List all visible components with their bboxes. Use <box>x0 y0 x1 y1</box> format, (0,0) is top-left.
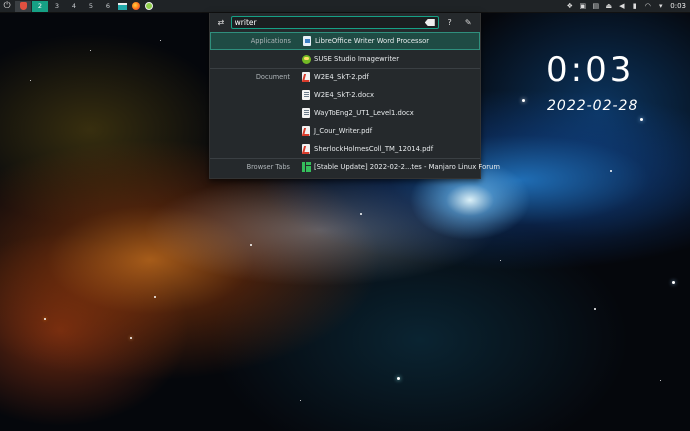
pager-desktop-label: 5 <box>88 2 94 10</box>
result-row[interactable]: J_Cour_Writer.pdf <box>210 122 480 140</box>
star <box>160 40 161 41</box>
pdf-file-icon <box>301 126 311 137</box>
configure-icon[interactable]: ⇄ <box>214 18 228 27</box>
star <box>594 308 596 310</box>
result-row[interactable]: WayToEng2_UT1_Level1.docx <box>210 104 480 122</box>
desktop-clock-time: 0:03 <box>546 50 635 90</box>
result-row[interactable]: SUSE Studio Imagewriter <box>210 50 480 68</box>
pager-desktop-1[interactable] <box>15 0 31 12</box>
star <box>360 213 362 215</box>
tray-expand-icon[interactable]: ▾ <box>654 0 667 13</box>
krunner-search-bar: ⇄ ? ✎ <box>210 13 480 32</box>
search-box <box>230 16 439 29</box>
network-wifi-icon[interactable]: ◠ <box>641 0 654 13</box>
pamac-app-icon[interactable] <box>142 0 155 13</box>
manjaro-forum-icon <box>301 162 311 173</box>
pager-desktop-5[interactable]: 5 <box>83 1 99 12</box>
result-label: LibreOffice Writer Word Processor <box>315 37 430 45</box>
system-tray: ❖ ▣ ▤ ⏏ ◀ ▮ ◠ ▾ 0:03 <box>563 0 690 13</box>
clipboard-icon[interactable]: ▤ <box>589 0 602 13</box>
result-row[interactable]: SherlockHolmesColl_TM_12014.pdf <box>210 140 480 158</box>
result-row[interactable]: Applications LibreOffice Writer Word Pro… <box>210 32 480 50</box>
star <box>90 50 91 51</box>
docx-file-icon <box>301 108 311 119</box>
result-label: W2E4_SkT-2.pdf <box>314 73 369 81</box>
star <box>640 118 643 121</box>
pager-desktop-label: 4 <box>71 2 77 10</box>
result-label: [Stable Update] 2022-02-2...tes - Manjar… <box>314 163 500 171</box>
panel-left: ⏻ 2 3 4 5 6 <box>0 0 155 13</box>
pager-desktop-2[interactable]: 2 <box>32 0 48 12</box>
results-list: Applications LibreOffice Writer Word Pro… <box>210 32 500 176</box>
firefox-app-icon[interactable] <box>129 0 142 13</box>
result-label: WayToEng2_UT1_Level1.docx <box>314 109 414 117</box>
star <box>672 281 675 284</box>
star <box>300 400 301 401</box>
desktop-clock-date: 2022-02-28 <box>547 98 639 114</box>
category-separator <box>210 158 480 159</box>
dropbox-icon[interactable]: ❖ <box>563 0 576 13</box>
pin-icon[interactable]: ✎ <box>460 18 476 27</box>
result-category: Browser Tabs <box>246 163 290 171</box>
krunner-window: ⇄ ? ✎ Applications LibreOffice Writer Wo… <box>209 13 500 179</box>
result-label: W2E4_SkT-2.docx <box>314 91 375 99</box>
star <box>250 244 252 246</box>
docx-file-icon <box>301 90 311 101</box>
pdf-file-icon <box>301 144 311 155</box>
result-category: Document <box>255 73 290 81</box>
brave-shield-icon <box>19 2 27 10</box>
star <box>610 170 612 172</box>
battery-icon[interactable]: ▮ <box>628 0 641 13</box>
suse-imagewriter-icon <box>301 54 311 65</box>
pager-desktop-6[interactable]: 6 <box>100 1 116 12</box>
result-row[interactable]: Document W2E4_SkT-2.pdf <box>210 68 480 86</box>
pager-desktop-3[interactable]: 3 <box>49 1 65 12</box>
star <box>522 99 525 102</box>
category-separator <box>210 68 480 69</box>
terminal-app-icon[interactable] <box>116 0 129 13</box>
result-label: J_Cour_Writer.pdf <box>314 127 373 135</box>
star <box>500 260 501 261</box>
star <box>130 337 132 339</box>
result-row[interactable]: Browser Tabs [Stable Update] 2022-02-2..… <box>210 158 500 176</box>
app-launcher-icon[interactable]: ⏻ <box>0 0 14 13</box>
package-updates-icon[interactable]: ▣ <box>576 0 589 13</box>
pdf-file-icon <box>301 72 311 83</box>
pager-desktop-4[interactable]: 4 <box>66 1 82 12</box>
volume-icon[interactable]: ◀ <box>615 0 628 13</box>
panel-clock[interactable]: 0:03 <box>667 2 690 10</box>
result-row[interactable]: W2E4_SkT-2.docx <box>210 86 480 104</box>
result-label: SUSE Studio Imagewriter <box>314 55 400 63</box>
clear-search-icon[interactable] <box>424 19 435 26</box>
star <box>154 296 156 298</box>
pager-desktop-label: 6 <box>105 2 111 10</box>
top-panel: ⏻ 2 3 4 5 6 ❖ ▣ ▤ ⏏ ◀ ▮ ◠ ▾ 0:03 <box>0 0 690 13</box>
result-label: SherlockHolmesColl_TM_12014.pdf <box>314 145 434 153</box>
star <box>30 80 31 81</box>
star <box>397 377 400 380</box>
help-icon[interactable]: ? <box>442 18 458 27</box>
pager-desktop-label: 2 <box>37 2 43 10</box>
pager-desktop-label: 3 <box>54 2 60 10</box>
search-input[interactable] <box>234 18 425 27</box>
star <box>660 380 661 381</box>
star <box>44 318 46 320</box>
result-category: Applications <box>250 37 291 45</box>
device-notifier-icon[interactable]: ⏏ <box>602 0 615 13</box>
libreoffice-writer-icon <box>302 36 312 47</box>
